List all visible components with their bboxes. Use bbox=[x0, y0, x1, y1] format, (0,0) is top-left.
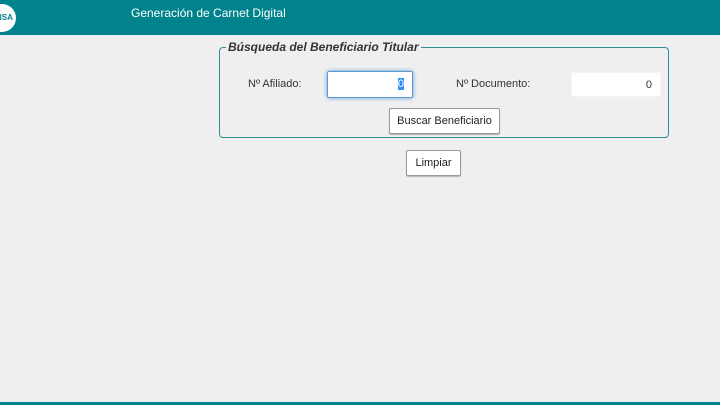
afiliado-label: Nº Afiliado: bbox=[248, 78, 302, 90]
search-panel-legend: Búsqueda del Beneficiario Titular bbox=[228, 40, 419, 54]
documento-input[interactable]: 0 bbox=[571, 72, 661, 97]
afiliado-input-value: 0 bbox=[397, 78, 404, 90]
logo-text: NSA bbox=[0, 13, 13, 22]
company-logo: NSA bbox=[0, 4, 16, 32]
clear-button[interactable]: Limpiar bbox=[406, 150, 461, 176]
search-beneficiary-button[interactable]: Buscar Beneficiario bbox=[389, 108, 500, 134]
afiliado-input[interactable]: 0 bbox=[327, 71, 413, 98]
documento-label: Nº Documento: bbox=[456, 78, 531, 90]
page-title: Generación de Carnet Digital bbox=[131, 6, 286, 20]
app-header: NSA Generación de Carnet Digital bbox=[0, 0, 720, 35]
